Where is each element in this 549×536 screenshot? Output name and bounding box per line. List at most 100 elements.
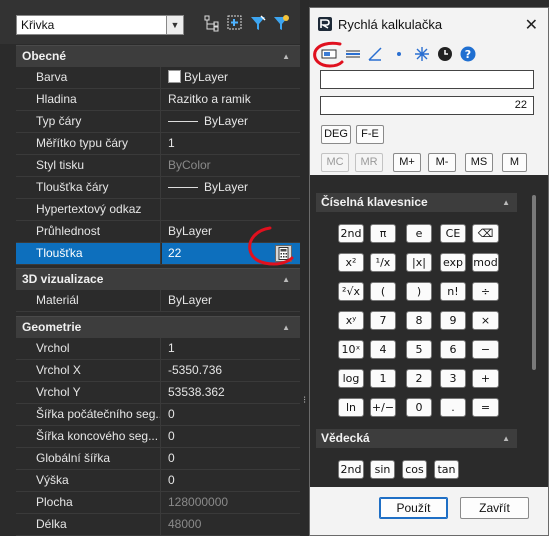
property-row[interactable]: Šířka počátečního seg... 0 [16,404,300,426]
keypad-button[interactable]: ⌫ [472,224,499,243]
mr-button[interactable]: MR [355,153,383,172]
keypad-button[interactable]: + [472,369,499,388]
keypad-button[interactable]: 6 [440,340,466,359]
collapse-caret-icon[interactable]: ▲ [282,46,290,67]
scientific-button[interactable]: cos [402,460,427,479]
property-value[interactable] [162,199,300,220]
property-row[interactable]: Výška 0 [16,470,300,492]
angle-icon[interactable] [367,46,383,62]
splitter-grip-icon[interactable]: ⁝ [303,395,306,406]
section-geometry[interactable]: Geometrie ▲ [16,316,300,338]
property-row[interactable]: Délka 48000 [16,514,300,536]
property-row[interactable]: Měřítko typu čáry 1 [16,133,300,155]
keypad-button[interactable]: ²√x [338,282,364,301]
ms-button[interactable]: MS [465,153,493,172]
collapse-caret-icon[interactable]: ▲ [282,269,290,290]
property-value[interactable]: 1 [162,338,300,359]
keypad-button[interactable]: +/− [370,398,396,417]
keypad-button[interactable]: ÷ [472,282,499,301]
help-icon[interactable]: ? [460,46,476,62]
property-row[interactable]: Vrchol X -5350.736 [16,360,300,382]
m-minus-button[interactable]: M- [428,153,456,172]
toggle-pickadd-icon[interactable] [203,14,221,32]
property-value[interactable]: -5350.736 [162,360,300,381]
keypad-button[interactable]: mod [472,253,499,272]
property-value[interactable]: ByLayer [162,67,300,88]
keypad-button[interactable]: exp [440,253,466,272]
property-row[interactable]: Plocha 128000000 [16,492,300,514]
property-value[interactable]: ByLayer [162,177,300,198]
keypad-button[interactable]: xʸ [338,311,364,330]
property-row[interactable]: Barva ByLayer [16,67,300,89]
property-value[interactable]: 0 [162,426,300,447]
collapse-caret-icon[interactable]: ▲ [282,317,290,338]
property-value[interactable]: 0 [162,404,300,425]
keypad-button[interactable]: ln [338,398,364,417]
property-row[interactable]: Hladina Razitko a ramik [16,89,300,111]
m-list-button[interactable]: M [502,153,527,172]
deg-button[interactable]: DEG [321,125,351,144]
keypad-button[interactable]: ¹/x [370,253,396,272]
keypad-button[interactable]: e [406,224,432,243]
keypad-button[interactable]: . [440,398,466,417]
keypad-button[interactable]: = [472,398,499,417]
keypad-button[interactable]: 10ˣ [338,340,364,359]
keypad-button[interactable]: 8 [406,311,432,330]
close-icon[interactable]: ✕ [525,15,538,35]
keypad-button[interactable]: × [472,311,499,330]
property-value[interactable]: 0 [162,470,300,491]
property-value[interactable]: 0 [162,448,300,469]
object-type-select[interactable]: Křivka ▼ [16,15,184,35]
property-row[interactable]: Tloušťka čáry ByLayer [16,177,300,199]
close-button[interactable]: Zavřít [460,497,529,519]
keypad-button[interactable]: log [338,369,364,388]
collapse-caret-icon[interactable]: ▲ [502,193,510,212]
select-objects-icon[interactable] [226,14,244,32]
chevron-down-icon[interactable]: ▼ [166,16,183,34]
section-3d-visualization[interactable]: 3D vizualizace ▲ [16,268,300,290]
keypad-button[interactable]: − [472,340,499,359]
snowflake-icon[interactable] [414,46,430,62]
collapse-caret-icon[interactable]: ▲ [502,429,510,448]
keypad-button[interactable]: n! [440,282,466,301]
property-row[interactable]: Šířka koncového seg... 0 [16,426,300,448]
property-value[interactable]: ByLayer [162,111,300,132]
keypad-button[interactable]: 4 [370,340,396,359]
history-clock-icon[interactable] [437,46,453,62]
calculator-scroll-area[interactable]: Číselná klavesnice ▲ 2nd π e CE ⌫ x² ¹/x |x| exp… [310,175,548,487]
section-numeric-keypad[interactable]: Číselná klavesnice ▲ [316,193,517,212]
property-value[interactable]: 1 [162,133,300,154]
mc-button[interactable]: MC [321,153,349,172]
panel-splitter[interactable]: ⁝ [300,0,309,536]
scientific-button[interactable]: 2nd [338,460,364,479]
property-row[interactable]: Materiál ByLayer [16,290,300,312]
property-row[interactable]: Typ čáry ByLayer [16,111,300,133]
keypad-button[interactable]: CE [440,224,466,243]
scientific-button[interactable]: sin [370,460,395,479]
keypad-button[interactable]: 1 [370,369,396,388]
keypad-button[interactable]: 9 [440,311,466,330]
m-plus-button[interactable]: M+ [393,153,421,172]
keypad-button[interactable]: ) [406,282,432,301]
filter-icon[interactable] [272,14,290,32]
intersection-icon[interactable] [391,46,407,62]
keypad-button[interactable]: 5 [406,340,432,359]
keypad-button[interactable]: |x| [406,253,432,272]
scientific-button[interactable]: tan [434,460,459,479]
vertical-scrollbar[interactable] [532,195,536,370]
section-general[interactable]: Obecné ▲ [16,45,300,67]
property-value[interactable]: 53538.362 [162,382,300,403]
distance-icon[interactable] [345,46,361,62]
property-value[interactable]: ByLayer [162,290,300,311]
keypad-button[interactable]: 3 [440,369,466,388]
property-row[interactable]: Globální šířka 0 [16,448,300,470]
section-scientific[interactable]: Vědecká ▲ [316,429,517,448]
property-row[interactable]: Styl tisku ByColor [16,155,300,177]
property-row[interactable]: Vrchol 1 [16,338,300,360]
property-row[interactable]: Vrchol Y 53538.362 [16,382,300,404]
keypad-button[interactable]: 7 [370,311,396,330]
result-display[interactable]: 22 [320,96,534,115]
calculator-titlebar[interactable]: Rychlá kalkulačka ✕ [310,8,548,42]
keypad-button[interactable]: x² [338,253,364,272]
fe-button[interactable]: F-E [356,125,384,144]
